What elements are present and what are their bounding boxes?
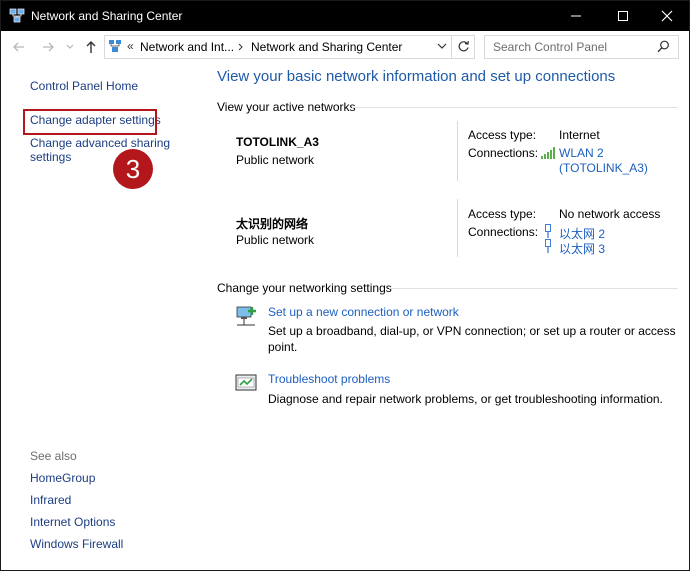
search-placeholder: Search Control Panel bbox=[493, 40, 608, 54]
annotation-step-badge: 3 bbox=[113, 149, 153, 189]
active-networks-divider bbox=[352, 107, 678, 108]
minimize-icon bbox=[571, 15, 581, 17]
connections-label: Connections: bbox=[468, 146, 539, 160]
back-arrow-icon[interactable] bbox=[12, 40, 26, 54]
troubleshoot-description: Diagnose and repair network problems, or… bbox=[268, 392, 663, 406]
see-also-heading: See also bbox=[30, 449, 77, 463]
change-advanced-sharing-link[interactable]: Change advanced sharing bbox=[30, 136, 170, 150]
access-type-value: Internet bbox=[559, 128, 600, 142]
maximize-button[interactable] bbox=[600, 1, 646, 31]
connections-label: Connections: bbox=[468, 225, 539, 239]
search-box[interactable]: Search Control Panel bbox=[484, 35, 679, 59]
wlan-connection-link[interactable]: WLAN 2 bbox=[559, 146, 604, 160]
troubleshoot-problems-link[interactable]: Troubleshoot problems bbox=[268, 372, 390, 386]
set-up-connection-link[interactable]: Set up a new connection or network bbox=[268, 305, 459, 319]
network-name: 太识别的网络 bbox=[236, 217, 309, 231]
breadcrumb-network-and-internet[interactable]: Network and Int... bbox=[140, 40, 234, 54]
search-icon[interactable] bbox=[657, 40, 670, 53]
network-center-icon bbox=[9, 8, 25, 23]
network-type[interactable]: Public network bbox=[236, 233, 314, 247]
annotation-highlight-box bbox=[23, 109, 157, 135]
control-panel-home-link[interactable]: Control Panel Home bbox=[30, 79, 138, 93]
homegroup-link[interactable]: HomeGroup bbox=[30, 471, 95, 485]
change-settings-heading: Change your networking settings bbox=[217, 281, 392, 295]
wifi-signal-icon bbox=[541, 147, 555, 159]
close-button[interactable] bbox=[644, 1, 689, 31]
ethernet-icon bbox=[545, 239, 551, 253]
up-arrow-icon[interactable] bbox=[84, 40, 98, 54]
control-panel-icon bbox=[109, 40, 121, 52]
address-bar[interactable]: « Network and Int... Network and Sharing… bbox=[104, 35, 475, 59]
windows-firewall-link[interactable]: Windows Firewall bbox=[30, 537, 123, 551]
wlan-connection-link-ssid[interactable]: (TOTOLINK_A3) bbox=[559, 161, 648, 175]
network-divider bbox=[457, 199, 458, 257]
close-icon bbox=[661, 10, 673, 22]
infrared-link[interactable]: Infrared bbox=[30, 493, 71, 507]
access-type-value: No network access bbox=[559, 207, 661, 221]
title-bar[interactable]: Network and Sharing Center bbox=[1, 1, 689, 31]
minimize-button[interactable] bbox=[553, 1, 599, 31]
ethernet-icon bbox=[545, 224, 551, 238]
active-networks-heading: View your active networks bbox=[217, 100, 356, 114]
recent-locations-chevron-icon[interactable] bbox=[65, 40, 75, 54]
refresh-button[interactable] bbox=[451, 36, 474, 58]
ethernet-3-connection-link[interactable]: 以太网 3 bbox=[559, 240, 605, 257]
access-type-label: Access type: bbox=[468, 128, 537, 142]
troubleshoot-icon bbox=[235, 374, 257, 391]
internet-options-link[interactable]: Internet Options bbox=[30, 515, 115, 529]
new-connection-icon bbox=[236, 306, 256, 326]
window-title: Network and Sharing Center bbox=[31, 9, 183, 23]
breadcrumb-separator-icon[interactable] bbox=[238, 43, 244, 51]
forward-arrow-icon[interactable] bbox=[41, 40, 55, 54]
network-type[interactable]: Public network bbox=[236, 153, 314, 167]
address-dropdown-icon[interactable] bbox=[436, 40, 448, 52]
change-advanced-sharing-link-line2[interactable]: settings bbox=[30, 150, 71, 164]
address-overflow-chevron[interactable]: « bbox=[127, 39, 134, 53]
network-name: TOTOLINK_A3 bbox=[236, 135, 319, 149]
change-settings-divider bbox=[389, 288, 678, 289]
set-up-connection-description: Set up a broadband, dial-up, or VPN conn… bbox=[268, 324, 676, 354]
window: Network and Sharing Center « Network and… bbox=[0, 0, 690, 571]
refresh-icon bbox=[458, 40, 469, 52]
breadcrumb-network-sharing-center[interactable]: Network and Sharing Center bbox=[251, 40, 402, 54]
page-title: View your basic network information and … bbox=[217, 68, 616, 85]
access-type-label: Access type: bbox=[468, 207, 537, 221]
network-divider bbox=[457, 121, 458, 181]
maximize-icon bbox=[618, 11, 628, 21]
